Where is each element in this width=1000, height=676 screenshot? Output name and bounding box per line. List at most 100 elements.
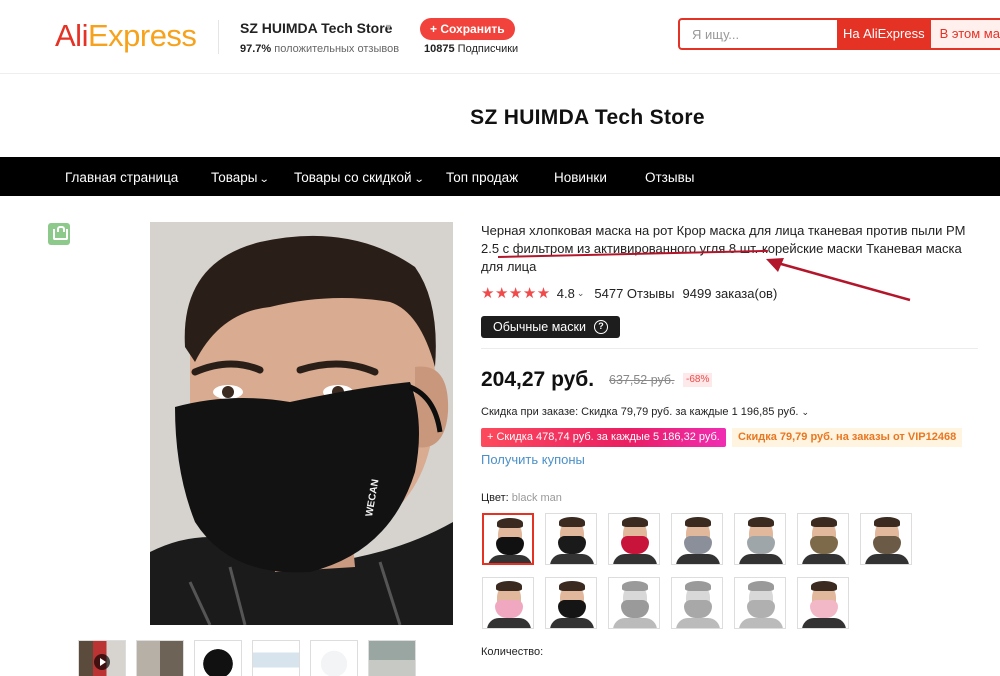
swatch-mask	[684, 536, 712, 554]
color-swatch[interactable]	[671, 577, 723, 629]
store-name-link[interactable]: SZ HUIMDA Tech Store	[240, 20, 392, 36]
quantity-label: Количество:	[481, 646, 544, 658]
reviews-link[interactable]: 5477 Отзывы	[594, 286, 674, 301]
swatch-mask	[496, 537, 524, 555]
color-swatch[interactable]	[608, 577, 660, 629]
swatch-mask	[684, 600, 712, 618]
rating-value[interactable]: 4.8	[557, 286, 575, 301]
header-divider	[218, 20, 219, 54]
color-swatch[interactable]	[734, 577, 786, 629]
swatch-hair	[559, 517, 585, 527]
swatch-shirt	[865, 554, 909, 564]
variant-tag-button[interactable]: Обычные маски ?	[481, 316, 620, 338]
chevron-down-icon: ⌄	[413, 174, 425, 185]
color-swatch[interactable]	[797, 513, 849, 565]
color-swatch[interactable]	[797, 577, 849, 629]
color-swatch[interactable]	[608, 513, 660, 565]
store-subscribers: 10875 Подписчики	[424, 43, 519, 55]
swatch-hair	[559, 581, 585, 591]
nav-item-new[interactable]: Новинки	[554, 157, 607, 196]
product-photo: WECAN	[150, 222, 453, 625]
store-banner-title: SZ HUIMDA Tech Store	[470, 106, 705, 129]
swatch-shirt	[676, 618, 720, 628]
vip-promo-badge[interactable]: Скидка 79,79 руб. на заказы от VIP12468	[732, 428, 963, 447]
color-swatch[interactable]	[545, 513, 597, 565]
search-bar: На AliExpress В этом магазине	[678, 18, 1000, 50]
color-swatch[interactable]	[860, 513, 912, 565]
swatch-hair	[622, 581, 648, 591]
swatch-hair	[622, 517, 648, 527]
color-swatch[interactable]	[482, 577, 534, 629]
color-label: Цвет: black man	[481, 492, 562, 504]
swatch-hair	[811, 517, 837, 527]
search-store-button[interactable]: В этом магазине	[930, 20, 1000, 48]
chevron-down-icon[interactable]: ⌄	[577, 288, 585, 299]
annotation-arrow-icon	[766, 258, 911, 302]
main-product-image[interactable]: WECAN	[150, 222, 453, 625]
color-swatch[interactable]	[734, 513, 786, 565]
nav-item-discounts[interactable]: Товары со скидкой ⌄	[294, 157, 424, 196]
swatch-shirt	[802, 618, 846, 628]
swatch-mask	[495, 600, 523, 618]
color-swatch[interactable]	[671, 513, 723, 565]
store-nav: Главная страница Товары ⌄ Товары со скидк…	[0, 157, 1000, 196]
question-icon[interactable]: ?	[593, 320, 608, 334]
swatch-hair	[685, 581, 711, 591]
swatch-hair	[811, 581, 837, 591]
variant-tag-label: Обычные маски	[493, 320, 586, 334]
orders-count: 9499 заказа(ов)	[682, 285, 778, 301]
nav-item-top-sales[interactable]: Топ продаж	[446, 157, 518, 196]
swatch-hair	[497, 518, 523, 528]
swatch-hair	[496, 581, 522, 591]
rating-row: ★★★★★ 4.8 ⌄ 5477 Отзывы 9499 заказа(ов)	[481, 285, 778, 302]
old-price: 637,52 руб.	[609, 373, 675, 387]
swatch-shirt	[550, 618, 594, 628]
save-store-button[interactable]: + Сохранить	[420, 18, 515, 40]
swatch-mask	[621, 600, 649, 618]
store-positive-feedback: 97.7% положительных отзывов	[240, 43, 400, 55]
thumbnail-image[interactable]	[252, 640, 300, 676]
nav-item-products[interactable]: Товары ⌄	[211, 157, 270, 196]
store-promo-badge[interactable]: + Скидка 478,74 руб. за каждые 5 186,32 …	[481, 428, 726, 447]
thumbnail-image[interactable]	[136, 640, 184, 676]
divider	[481, 348, 978, 349]
swatch-mask	[558, 536, 586, 554]
nav-item-home[interactable]: Главная страница	[65, 157, 178, 196]
swatch-mask	[873, 536, 901, 554]
top-header: AliExpress SZ HUIMDA Tech Store ▼ 97.7% …	[0, 0, 1000, 74]
order-discount-info[interactable]: Скидка при заказе: Скидка 79,79 руб. за …	[481, 406, 809, 418]
swatch-mask	[810, 600, 838, 618]
chevron-down-icon: ⌄	[259, 174, 271, 185]
chevron-down-icon: ⌄	[801, 407, 809, 417]
color-swatch[interactable]	[545, 577, 597, 629]
swatch-mask	[558, 600, 586, 618]
thumbnail-image[interactable]	[368, 640, 416, 676]
swatch-hair	[874, 517, 900, 527]
swatch-mask	[621, 536, 649, 554]
swatch-hair	[685, 517, 711, 527]
current-price: 204,27 руб.	[481, 368, 595, 391]
color-swatch[interactable]	[482, 513, 534, 565]
search-aliexpress-button[interactable]: На AliExpress	[837, 20, 931, 48]
shopping-bag-icon[interactable]	[48, 223, 70, 245]
search-input[interactable]	[680, 20, 837, 48]
swatch-hair	[748, 581, 774, 591]
swatch-shirt	[802, 554, 846, 564]
swatch-shirt	[739, 554, 783, 564]
get-coupons-link[interactable]: Получить купоны	[481, 452, 585, 467]
swatch-shirt	[676, 554, 720, 564]
swatch-shirt	[550, 554, 594, 564]
thumbnail-image[interactable]	[194, 640, 242, 676]
nav-item-reviews[interactable]: Отзывы	[645, 157, 694, 196]
swatch-hair	[748, 517, 774, 527]
thumbnail-image[interactable]	[310, 640, 358, 676]
rating-stars-icon: ★★★★★	[481, 285, 551, 302]
swatch-shirt	[613, 554, 657, 564]
discount-badge: -68%	[683, 373, 713, 387]
swatch-mask	[747, 600, 775, 618]
swatch-shirt	[613, 618, 657, 628]
swatch-mask	[747, 536, 775, 554]
aliexpress-logo[interactable]: AliExpress	[55, 16, 197, 56]
store-dropdown-icon[interactable]: ▼	[384, 22, 393, 32]
thumbnail-video[interactable]	[78, 640, 126, 676]
